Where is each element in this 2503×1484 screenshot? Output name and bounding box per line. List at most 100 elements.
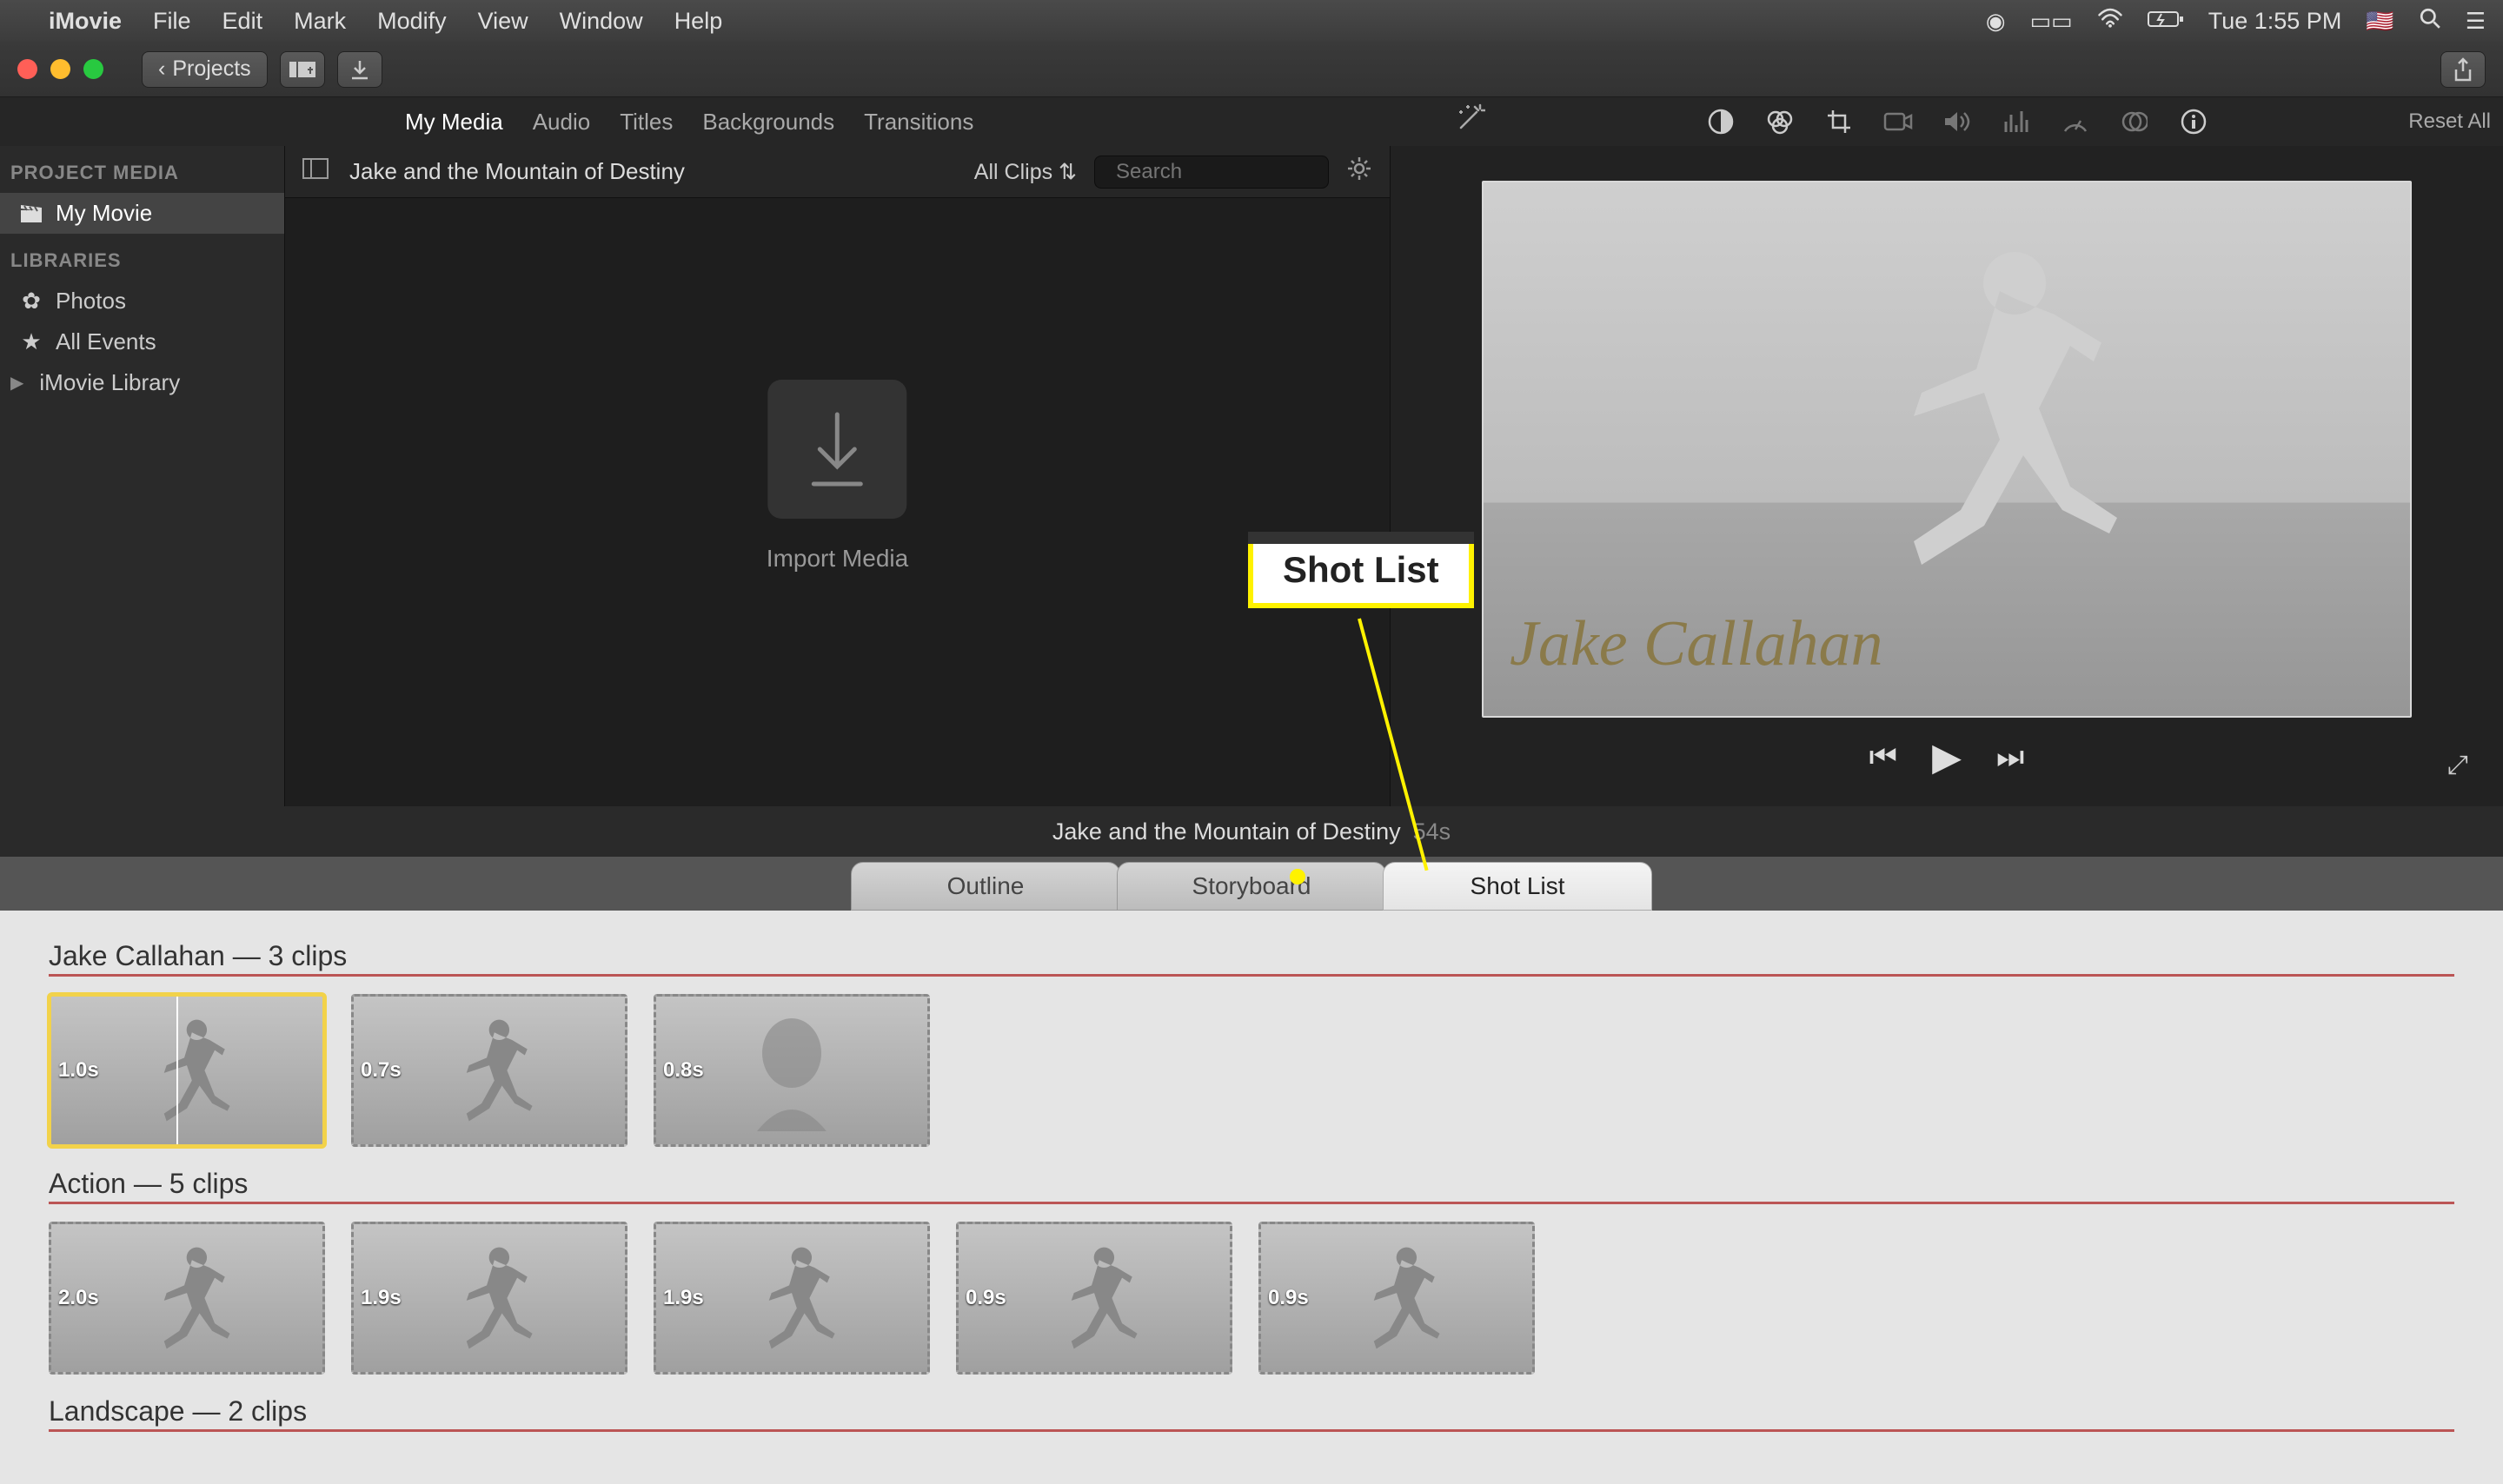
adjust-tools (1706, 107, 2208, 136)
clips-filter-label: All Clips (974, 160, 1052, 184)
spotlight-icon[interactable] (2419, 7, 2441, 36)
noise-reduction-icon[interactable] (2002, 107, 2031, 136)
color-correction-icon[interactable] (1765, 107, 1795, 136)
tab-storyboard[interactable]: Storyboard (1117, 862, 1386, 911)
tab-titles[interactable]: Titles (620, 109, 673, 136)
sidebar-library-label: iMovie Library (39, 369, 180, 396)
tab-transitions[interactable]: Transitions (864, 109, 973, 136)
clip-row: 1.0s 0.7s 0.8s (49, 994, 2454, 1147)
battery-icon[interactable] (2148, 8, 2184, 35)
media-browser: Jake and the Mountain of Destiny All Cli… (285, 146, 1391, 806)
updown-icon: ⇅ (1059, 160, 1077, 184)
clip-row: 2.0s1.9s1.9s0.9s0.9s (49, 1222, 2454, 1375)
sidebar-all-events-label: All Events (56, 328, 156, 355)
preview-canvas[interactable]: Jake Callahan (1482, 181, 2412, 718)
clip-duration: 1.0s (58, 1058, 99, 1083)
sidebar-item-my-movie[interactable]: My Movie (0, 193, 284, 234)
star-icon: ★ (19, 328, 43, 355)
dock-icon[interactable]: ▭▭ (2030, 8, 2073, 35)
sidebar-photos-label: Photos (56, 288, 126, 315)
menu-window[interactable]: Window (560, 8, 643, 35)
clip-duration: 0.9s (1268, 1286, 1309, 1310)
sidebar-toggle-icon[interactable] (302, 158, 332, 185)
reset-all-button[interactable]: Reset All (2408, 109, 2491, 134)
clip-duration: 1.9s (663, 1286, 704, 1310)
projects-back-button[interactable]: ‹ Projects (142, 51, 268, 88)
menu-view[interactable]: View (478, 8, 528, 35)
library-layout-button[interactable] (280, 51, 325, 88)
sidebar-heading-project: PROJECT MEDIA (0, 146, 284, 193)
menu-file[interactable]: File (153, 8, 191, 35)
screen-record-icon[interactable]: ◉ (1986, 8, 2006, 35)
main-area: PROJECT MEDIA My Movie LIBRARIES ✿ Photo… (0, 146, 2503, 806)
menu-help[interactable]: Help (674, 8, 723, 35)
window-zoom-button[interactable] (83, 59, 103, 79)
clip-duration: 0.7s (361, 1058, 402, 1083)
sidebar-heading-libraries: LIBRARIES (0, 234, 284, 281)
control-center-icon[interactable]: ☰ (2466, 8, 2486, 35)
shot-clip[interactable]: 0.9s (956, 1222, 1232, 1375)
import-media-label: Import Media (767, 545, 908, 573)
share-button[interactable] (2440, 51, 2486, 88)
callout-label: Shot List (1248, 532, 1474, 608)
disclosure-triangle-icon[interactable]: ▶ (10, 372, 23, 394)
tab-backgrounds[interactable]: Backgrounds (702, 109, 834, 136)
projects-label: Projects (172, 56, 250, 82)
macos-menu-bar: iMovie File Edit Mark Modify View Window… (0, 0, 2503, 42)
shot-clip[interactable]: 1.9s (654, 1222, 930, 1375)
prev-frame-button[interactable]: ⏮ (1869, 739, 1897, 776)
color-balance-icon[interactable] (1706, 107, 1736, 136)
stabilization-icon[interactable] (1883, 107, 1913, 136)
sidebar-item-all-events[interactable]: ★ All Events (0, 321, 284, 362)
shot-clip[interactable]: 1.0s (49, 994, 325, 1147)
callout-annotation: Shot List (1248, 532, 1474, 608)
menu-edit[interactable]: Edit (222, 8, 263, 35)
shot-clip[interactable]: 0.8s (654, 994, 930, 1147)
window-minimize-button[interactable] (50, 59, 70, 79)
menu-mark[interactable]: Mark (294, 8, 346, 35)
sidebar-my-movie-label: My Movie (56, 200, 152, 227)
clips-filter-dropdown[interactable]: All Clips ⇅ (974, 159, 1077, 185)
tab-shot-list[interactable]: Shot List (1383, 862, 1652, 911)
clip-duration: 0.8s (663, 1058, 704, 1083)
clip-duration: 0.9s (966, 1286, 1006, 1310)
info-icon[interactable] (2179, 107, 2208, 136)
fullscreen-icon[interactable]: ⤢ (2447, 751, 2468, 780)
crop-icon[interactable] (1824, 107, 1854, 136)
shot-section-title: Landscape — 2 clips (49, 1395, 2454, 1432)
trailer-tabs: Outline Storyboard Shot List (0, 857, 2503, 911)
search-input[interactable] (1116, 160, 1385, 184)
window-close-button[interactable] (17, 59, 37, 79)
wifi-icon[interactable] (2097, 8, 2123, 35)
sidebar: PROJECT MEDIA My Movie LIBRARIES ✿ Photo… (0, 146, 285, 806)
play-button[interactable]: ▶ (1932, 735, 1962, 779)
tab-outline[interactable]: Outline (851, 862, 1120, 911)
shot-section-title: Action — 5 clips (49, 1168, 2454, 1204)
shot-clip[interactable]: 0.9s (1258, 1222, 1535, 1375)
volume-icon[interactable] (1942, 107, 1972, 136)
next-frame-button[interactable]: ⏭ (1996, 739, 2024, 776)
shot-clip[interactable]: 2.0s (49, 1222, 325, 1375)
magic-wand-icon[interactable] (1456, 103, 1485, 140)
clip-filter-icon[interactable] (2120, 107, 2149, 136)
shot-clip[interactable]: 0.7s (351, 994, 627, 1147)
chevron-left-icon: ‹ (158, 56, 165, 82)
shot-list-panel[interactable]: Jake Callahan — 3 clips1.0s0.7s0.8sActio… (0, 911, 2503, 1484)
media-and-adjust-row: My Media Audio Titles Backgrounds Transi… (0, 97, 2503, 146)
import-button[interactable] (337, 51, 382, 88)
menu-clock[interactable]: Tue 1:55 PM (2208, 8, 2342, 35)
sidebar-item-imovie-library[interactable]: ▶ iMovie Library (0, 362, 284, 403)
app-name-menu[interactable]: iMovie (49, 8, 122, 35)
shot-clip[interactable]: 1.9s (351, 1222, 627, 1375)
speed-icon[interactable] (2061, 107, 2090, 136)
search-field[interactable] (1094, 156, 1329, 189)
sidebar-item-photos[interactable]: ✿ Photos (0, 281, 284, 321)
flag-us-icon[interactable]: 🇺🇸 (2366, 8, 2393, 35)
tab-my-media[interactable]: My Media (405, 109, 503, 136)
import-media-dropzone[interactable]: Import Media (767, 380, 908, 573)
timeline-header: Jake and the Mountain of Destiny 54s (0, 806, 2503, 857)
browser-settings-icon[interactable] (1346, 156, 1372, 188)
tab-audio[interactable]: Audio (533, 109, 591, 136)
running-man-icon (1828, 217, 2141, 600)
menu-modify[interactable]: Modify (377, 8, 447, 35)
